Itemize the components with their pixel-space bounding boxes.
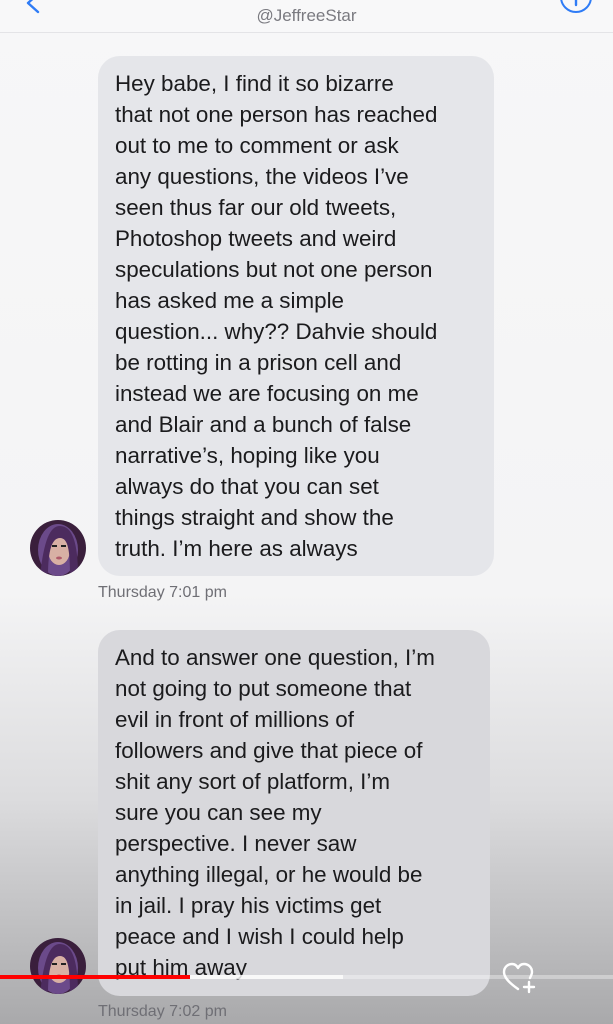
video-played-bar: [0, 975, 191, 979]
profile-avatar[interactable]: [30, 520, 86, 576]
message-bubble: And to answer one question, I’m not goin…: [98, 630, 490, 996]
message-timestamp: Thursday 7:02 pm: [98, 1003, 227, 1020]
info-icon[interactable]: [559, 0, 593, 14]
message-bubble: Hey babe, I find it so bizarre that not …: [98, 56, 494, 576]
message-timestamp: Thursday 7:01 pm: [98, 584, 227, 601]
conversation-header: @JeffreeStar: [0, 0, 613, 33]
profile-avatar[interactable]: [30, 938, 86, 994]
video-progress-bar[interactable]: [0, 975, 613, 979]
conversation-title: @JeffreeStar: [256, 6, 357, 25]
